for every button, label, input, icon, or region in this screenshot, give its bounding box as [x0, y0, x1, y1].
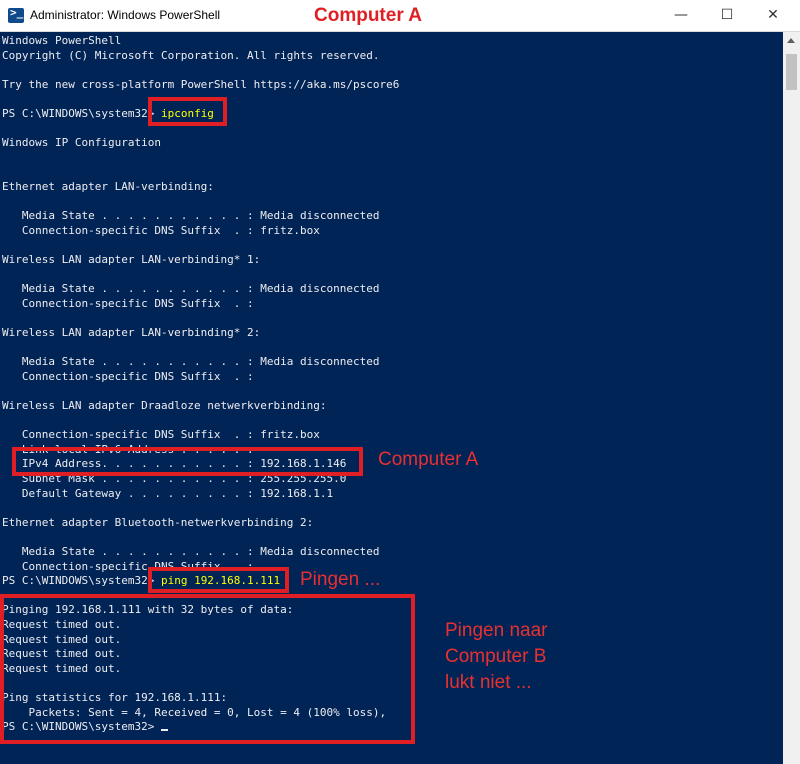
- console-line: Ethernet adapter LAN-verbinding:: [2, 180, 214, 195]
- highlight-ipv4-box: [12, 447, 363, 476]
- console-line: Connection-specific DNS Suffix . :: [2, 297, 254, 312]
- scroll-thumb[interactable]: [786, 54, 797, 90]
- vertical-scrollbar[interactable]: [783, 32, 800, 764]
- console-line: Connection-specific DNS Suffix . :: [2, 370, 254, 385]
- ping-annotation: Pingen ...: [300, 569, 381, 590]
- window-title: Administrator: Windows PowerShell: [30, 8, 221, 22]
- console-text: Connection-specific DNS Suffix . :: [2, 296, 254, 310]
- console-line: Ethernet adapter Bluetooth-netwerkverbin…: [2, 516, 313, 531]
- console-line: Windows PowerShell: [2, 34, 121, 49]
- console-line: Connection-specific DNS Suffix . : fritz…: [2, 224, 320, 239]
- console-text: Media State . . . . . . . . . . . : Medi…: [2, 355, 380, 369]
- console-line: Wireless LAN adapter LAN-verbinding* 2:: [2, 326, 260, 341]
- console-text: Connection-specific DNS Suffix . :: [2, 369, 254, 383]
- console-line: Try the new cross-platform PowerShell ht…: [2, 78, 399, 93]
- heading-annotation: Computer A: [314, 5, 423, 26]
- powershell-icon: >_: [8, 6, 24, 23]
- scroll-up-arrow-icon[interactable]: [787, 38, 795, 43]
- close-button[interactable]: ✕: [750, 0, 796, 31]
- highlight-ipconfig-box: [148, 97, 227, 126]
- console-text: Ethernet adapter LAN-verbinding:: [2, 180, 214, 193]
- console-text: Windows IP Configuration: [2, 136, 161, 150]
- console-text: Default Gateway . . . . . . . . . : 192.…: [2, 486, 334, 500]
- console-line: Media State . . . . . . . . . . . : Medi…: [2, 209, 380, 224]
- console-line: Windows IP Configuration: [2, 136, 161, 151]
- console-text: Media State . . . . . . . . . . . : Medi…: [2, 282, 380, 296]
- ipv4-annotation: Computer A: [378, 449, 479, 470]
- console-text: Windows PowerShell: [2, 34, 122, 47]
- console-line: Media State . . . . . . . . . . . : Medi…: [2, 355, 380, 370]
- console-text: Try the new cross-platform PowerShell ht…: [2, 77, 400, 91]
- console-line: Wireless LAN adapter LAN-verbinding* 1:: [2, 253, 260, 268]
- console-text: Wireless LAN adapter LAN-verbinding* 2:: [2, 326, 261, 339]
- maximize-button[interactable]: ☐: [704, 0, 750, 31]
- console-line: Wireless LAN adapter Draadloze netwerkve…: [2, 399, 327, 414]
- minimize-button[interactable]: —: [658, 0, 704, 31]
- console-text: Wireless LAN adapter LAN-verbinding* 1:: [2, 253, 261, 266]
- console-text: Media State . . . . . . . . . . . : Medi…: [2, 545, 380, 558]
- highlight-ping-box: [148, 567, 289, 593]
- console-text: Wireless LAN adapter Draadloze netwerkve…: [2, 399, 327, 412]
- console-text: Copyright (C) Microsoft Corporation. All…: [2, 48, 380, 62]
- console-text: Media State . . . . . . . . . . . : Medi…: [2, 209, 380, 223]
- console-line: Default Gateway . . . . . . . . . : 192.…: [2, 487, 333, 502]
- console-line: Copyright (C) Microsoft Corporation. All…: [2, 49, 380, 64]
- console-text: PS C:\WINDOWS\system32>: [2, 574, 161, 588]
- console-text: Connection-specific DNS Suffix . : fritz…: [2, 428, 320, 442]
- console-line: Connection-specific DNS Suffix . : fritz…: [2, 428, 320, 443]
- console-text: Connection-specific DNS Suffix . : fritz…: [2, 223, 320, 237]
- console-line: Media State . . . . . . . . . . . : Medi…: [2, 545, 380, 560]
- console-line: Media State . . . . . . . . . . . : Medi…: [2, 282, 380, 297]
- highlight-ping-result-box: [0, 594, 415, 744]
- ping-result-annotation: Pingen naar Computer B lukt niet ...: [445, 620, 548, 693]
- console-text: Ethernet adapter Bluetooth-netwerkverbin…: [2, 515, 314, 529]
- console-text: PS C:\WINDOWS\system32>: [2, 107, 161, 120]
